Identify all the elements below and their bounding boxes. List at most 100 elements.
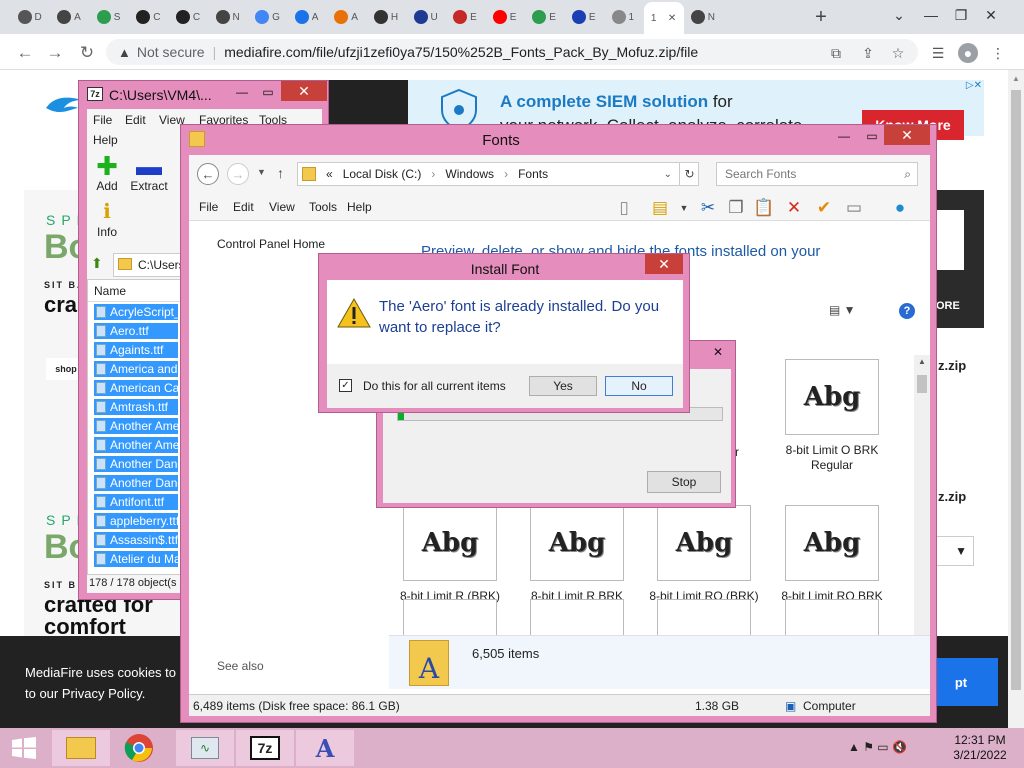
apply-all-label[interactable]: Do this for all current items (363, 379, 506, 393)
task-manager-icon[interactable]: ∿ (176, 730, 234, 766)
browser-tab[interactable]: A (50, 6, 90, 28)
back-arrow-icon[interactable]: ← (14, 42, 36, 64)
explorer-back-icon[interactable]: ← (197, 163, 219, 185)
fonts-path-bar[interactable]: « Local Disk (C:) › Windows › Fonts ⌄ (297, 162, 699, 186)
path-overflow[interactable]: « (326, 167, 333, 181)
reading-list-icon[interactable]: ☰ (928, 43, 948, 63)
browser-tab[interactable]: N (683, 6, 723, 28)
restore-button[interactable]: ❐ (946, 2, 976, 28)
browser-tab[interactable]: A (327, 6, 367, 28)
7zip-add-button[interactable]: ✚ Add (83, 153, 131, 193)
path-dropdown-icon[interactable]: ⌄ (664, 169, 672, 180)
up-folder-icon[interactable]: ⬆ (91, 255, 103, 272)
address-bar[interactable]: ▲ Not secure | mediafire.com/file/ufzji1… (106, 39, 918, 65)
install-close-button[interactable]: ✕ (645, 254, 683, 274)
globe-icon[interactable]: ● (889, 197, 911, 219)
font-viewer-icon[interactable]: A (296, 730, 354, 766)
adchoices-icon[interactable]: ▷✕ (966, 80, 982, 91)
explorer-forward-icon[interactable]: → (227, 163, 249, 185)
close-tab-icon[interactable]: ✕ (668, 13, 676, 24)
font-tile[interactable]: Abg 8-bit Limit O BRK Regular (777, 359, 887, 473)
fonts-menu-view[interactable]: View (269, 200, 295, 214)
side-promo[interactable]: ORE (930, 190, 984, 328)
copy-close-button[interactable]: ✕ (703, 341, 733, 363)
taskbar-clock[interactable]: 12:31 PM 3/21/2022 (950, 733, 1010, 763)
7zip-icon[interactable]: 7z (236, 730, 294, 766)
browser-close-button[interactable]: ✕ (976, 2, 1006, 28)
browser-tab[interactable]: C (168, 6, 208, 28)
menu-kebab-icon[interactable]: ⋮ (988, 43, 1008, 63)
paste-icon[interactable]: 📋 (753, 197, 775, 219)
7zip-minimize-button[interactable]: — (229, 83, 255, 101)
path-local-disk[interactable]: Local Disk (C:) (343, 167, 422, 181)
checkmark-icon[interactable]: ✔ (813, 197, 835, 219)
page-scrollbar[interactable]: ▲ (1008, 70, 1024, 728)
zip-link-2[interactable]: z.zip (938, 489, 966, 504)
minimize-button[interactable]: — (916, 2, 946, 28)
properties-dropdown-icon[interactable]: ▼ (673, 197, 695, 219)
control-panel-home-link[interactable]: Control Panel Home (217, 237, 325, 251)
recent-locations-icon[interactable]: ▼ (257, 167, 266, 177)
fonts-menu-edit[interactable]: Edit (233, 200, 254, 214)
properties-folder-icon[interactable]: ▤ (649, 197, 671, 219)
open-in-app-icon[interactable]: ⧉ (826, 43, 846, 63)
7zip-menu-file[interactable]: File (93, 113, 112, 127)
7zip-close-button[interactable]: ✕ (281, 81, 327, 101)
tab-search-chevron-icon[interactable]: ⌄ (884, 2, 914, 28)
chrome-icon[interactable] (110, 730, 168, 766)
7zip-menu-edit[interactable]: Edit (125, 113, 146, 127)
fonts-menu-help[interactable]: Help (347, 200, 372, 214)
browser-tab[interactable]: E (485, 6, 525, 28)
browser-tab[interactable]: D (10, 6, 50, 28)
install-font-dialog[interactable]: Install Font ✕ The 'Aero' font is alread… (318, 253, 690, 413)
search-fonts-input[interactable]: Search Fonts ⌕ (716, 162, 918, 186)
fonts-maximize-button[interactable]: ▭ (859, 127, 885, 145)
yes-button[interactable]: Yes (529, 376, 597, 396)
7zip-menu-help[interactable]: Help (93, 133, 118, 147)
share-icon[interactable]: ⇪ (858, 43, 878, 63)
help-icon[interactable]: ? (899, 303, 915, 319)
file-explorer-icon[interactable] (52, 730, 110, 766)
7zip-extract-button[interactable]: ▬ Extract (125, 153, 173, 193)
fonts-menu-tools[interactable]: Tools (309, 200, 337, 214)
refresh-icon[interactable]: ↻ (679, 162, 699, 186)
browser-tab[interactable]: C (129, 6, 169, 28)
browser-tab[interactable]: A (287, 6, 327, 28)
browser-tab[interactable]: 1 ✕ (643, 2, 684, 34)
path-fonts[interactable]: Fonts (518, 167, 548, 181)
bookmark-star-icon[interactable]: ☆ (888, 43, 908, 63)
browser-tab[interactable]: U (406, 6, 446, 28)
browser-tab[interactable]: G (248, 6, 288, 28)
path-windows[interactable]: Windows (445, 167, 494, 181)
profile-avatar-icon[interactable]: ● (958, 43, 978, 63)
7zip-info-button[interactable]: ℹ Info (83, 199, 131, 239)
view-options-icon[interactable]: ▤ ▼ (829, 303, 856, 317)
browser-tab[interactable]: E (525, 6, 565, 28)
stop-button[interactable]: Stop (647, 471, 721, 493)
copy-icon[interactable]: ❐ (725, 197, 747, 219)
browser-tab[interactable]: E (564, 6, 604, 28)
delete-icon[interactable]: ✕ (783, 197, 805, 219)
fonts-scrollbar[interactable]: ▲ ▼ (914, 355, 930, 655)
cut-icon[interactable]: ✂ (697, 197, 719, 219)
browser-tab[interactable]: 1 (604, 6, 644, 28)
no-button[interactable]: No (605, 376, 673, 396)
forward-arrow-icon[interactable]: → (44, 42, 66, 64)
7zip-maximize-button[interactable]: ▭ (255, 83, 281, 101)
up-arrow-icon[interactable]: ↑ (277, 165, 284, 181)
zip-link-1[interactable]: z.zip (938, 358, 966, 373)
browser-tab[interactable]: E (446, 6, 486, 28)
new-tab-button[interactable]: + (808, 4, 834, 30)
system-tray-icons[interactable]: ▲ ⚑ ▭ 🔇 (848, 740, 907, 754)
browser-tab[interactable]: N (208, 6, 248, 28)
fonts-close-button[interactable]: ✕ (884, 125, 930, 145)
layout-pane-icon[interactable]: ▯ (613, 197, 635, 219)
windows-start-icon[interactable] (0, 730, 48, 766)
rename-icon[interactable]: ▭ (843, 197, 865, 219)
reload-icon[interactable]: ↻ (76, 42, 98, 64)
fonts-menu-file[interactable]: File (199, 200, 218, 214)
browser-tab[interactable]: H (366, 6, 406, 28)
apply-all-checkbox[interactable]: ✓ (339, 379, 352, 392)
fonts-minimize-button[interactable]: — (831, 127, 857, 145)
browser-tab[interactable]: S (89, 6, 129, 28)
